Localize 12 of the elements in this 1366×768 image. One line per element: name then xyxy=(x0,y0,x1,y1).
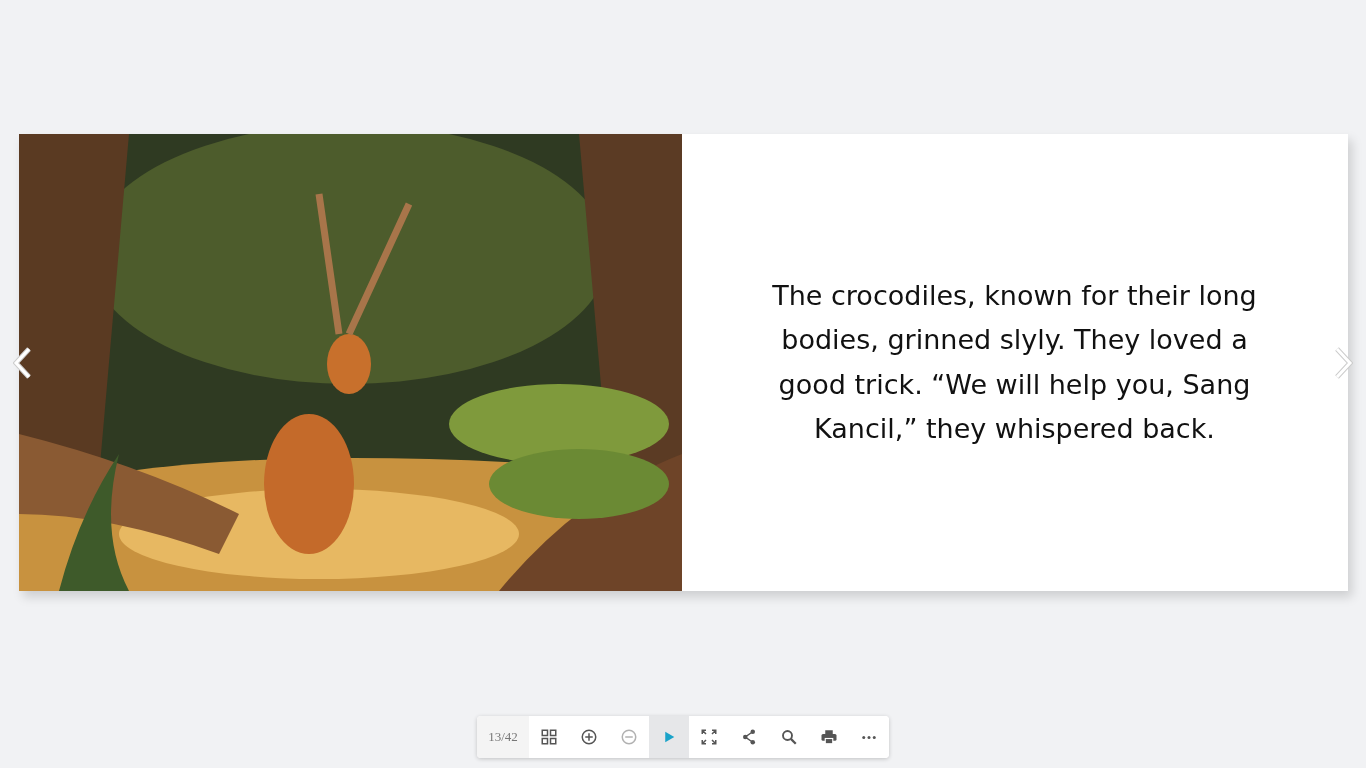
fullscreen-icon xyxy=(699,728,718,746)
page-text: The crocodiles, known for their long bodies, grinned slyly. They loved a good trick. “We will help you, Sang Kancil,” they whispered back. xyxy=(771,278,1258,446)
page-counter: 13/42 xyxy=(477,716,529,758)
printer-icon xyxy=(819,728,838,746)
search-icon xyxy=(779,728,798,746)
more-icon xyxy=(861,735,876,739)
fullscreen-button[interactable] xyxy=(688,716,729,758)
zoom-in-icon xyxy=(579,728,598,746)
zoom-out-icon xyxy=(619,728,638,746)
grid-icon xyxy=(539,728,558,746)
thumbnails-button[interactable] xyxy=(528,716,569,758)
previous-page-button[interactable] xyxy=(12,345,34,380)
